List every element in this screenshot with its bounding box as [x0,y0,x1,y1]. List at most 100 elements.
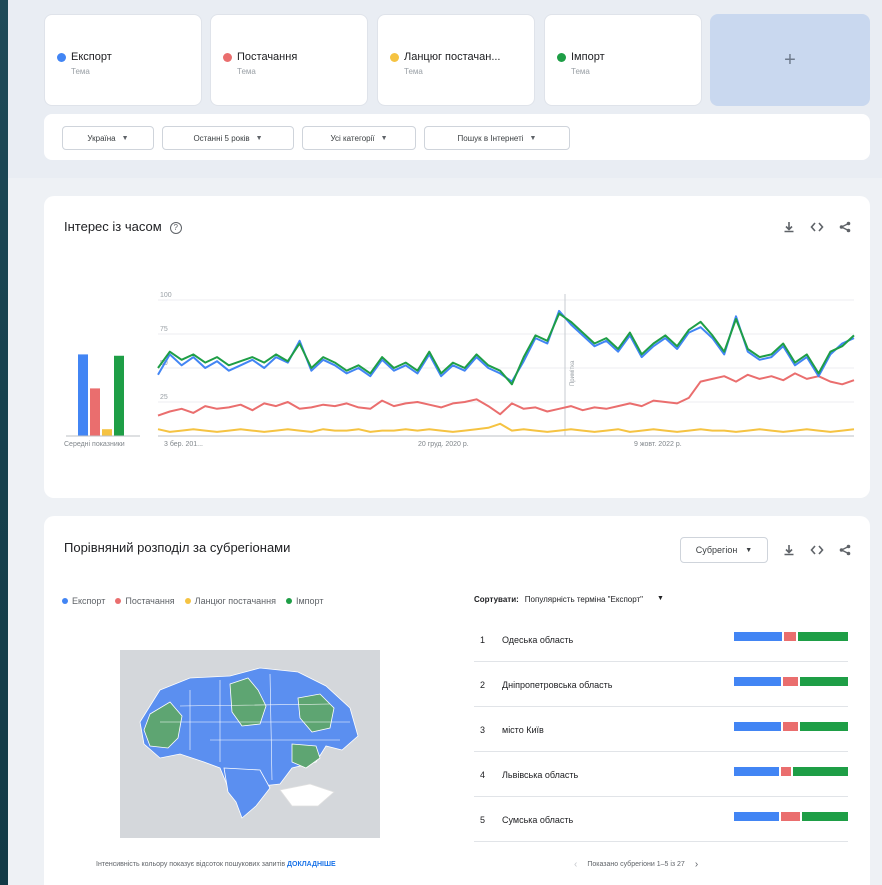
share-segment [799,677,848,686]
sort-control[interactable]: Сортувати: Популярність терміна "Експорт… [474,595,664,604]
series-line-0[interactable] [157,309,855,383]
caret-down-icon: ▼ [121,134,129,142]
average-bar[interactable] [114,355,124,436]
region-name: Дніпропетровська область [502,680,613,690]
legend-dot [184,598,191,604]
share-segment [734,632,783,641]
term-type: Тема [71,67,90,76]
term-type: Тема [237,67,256,76]
download-icon[interactable] [782,543,796,557]
note-marker-label: Примітка [570,360,576,386]
page: Експорт Тема Постачання Тема Ланцюг пост… [8,0,882,885]
term-card-export[interactable]: Експорт Тема [44,14,202,106]
filter-region[interactable]: Україна ▼ [62,126,154,150]
series-line-1[interactable] [157,372,855,417]
x-tick-label: 3 бер. 201... [164,440,203,448]
next-page-icon[interactable]: › [695,859,698,870]
interest-chart: 100755025Примітка3 бер. 201... 20 груд. 2… [64,292,855,448]
region-name: Одеська область [502,635,574,645]
share-segment [734,677,782,686]
region-name: Сумська область [502,815,574,825]
series-line-3[interactable] [157,312,855,386]
filter-search-type[interactable]: Пошук в Інтернеті ▼ [424,126,570,150]
share-segment [734,767,780,776]
term-card-supply[interactable]: Постачання Тема [210,14,368,106]
y-tick-label: 25 [160,394,168,401]
dropdown-label: Субрегіон [695,545,738,555]
filter-label: Пошук в Інтернеті [457,133,524,143]
legend-item: Імпорт [285,596,324,606]
share-segment [783,722,798,731]
y-tick-label: 75 [160,326,168,333]
filter-category[interactable]: Усі категорії ▼ [302,126,416,150]
share-segment [798,632,848,641]
ukraine-map[interactable] [120,650,380,838]
y-tick-label: 100 [160,292,172,299]
caret-down-icon: ▼ [657,595,664,602]
subregion-dropdown[interactable]: Субрегіон ▼ [680,537,768,563]
region-share-bar[interactable] [734,767,848,776]
share-segment [734,812,780,821]
region-share-bar[interactable] [734,677,848,686]
share-segment [781,767,791,776]
legend-dot [115,598,122,604]
caret-down-icon: ▼ [380,134,388,142]
region-row[interactable]: 4 Львівська область [474,753,848,797]
legend-label: Постачання [125,596,175,606]
panel-title: Порівняний розподіл за субрегіонами [64,540,291,555]
region-rank: 1 [480,635,486,645]
average-bar[interactable] [90,388,100,436]
region-name: Львівська область [502,770,579,780]
embed-icon[interactable] [810,543,824,557]
region-row[interactable]: 2 Дніпропетровська область [474,663,848,707]
share-segment [784,632,797,641]
region-share-bar[interactable] [734,722,848,731]
legend-dot [285,598,292,604]
term-type: Тема [571,67,590,76]
legend-label: Імпорт [295,596,324,606]
x-tick-label: 9 жовт. 2022 р. [634,441,682,448]
term-name: Експорт [71,51,112,63]
legend-label: Експорт [72,596,106,606]
pagination: ‹ Показано субрегіони 1–5 із 27 › [574,859,698,870]
legend-item: Експорт [62,596,105,606]
term-card-import[interactable]: Імпорт Тема [544,14,702,106]
share-segment [799,722,848,731]
share-icon[interactable] [838,543,852,557]
region-share-bar[interactable] [734,632,848,641]
average-bar[interactable] [78,354,88,436]
share-segment [793,767,848,776]
interest-over-time-panel: Інтерес із часом? 100 75 50 25 Примітка 3 бер… [44,196,870,498]
add-comparison-button[interactable]: + [710,14,870,106]
share-segment [801,812,848,821]
region-row[interactable]: 5 Сумська область [474,798,848,842]
share-segment [781,812,800,821]
sort-label: Сортувати: [474,595,519,604]
term-card-supply-chain[interactable]: Ланцюг постачан... Тема [377,14,535,106]
legend-item: Ланцюг постачання [184,596,276,606]
caret-down-icon: ▼ [255,134,263,142]
map-legend: Експорт Постачання Ланцюг постачання Імп… [62,596,323,606]
term-name: Постачання [237,51,298,63]
map-footnote: Інтенсивність кольору показує відсоток п… [96,861,336,868]
legend-dot [62,598,68,604]
sort-value: Популярність терміна "Експорт" [524,595,643,604]
series-color-dot [390,53,399,62]
series-color-dot [57,53,66,62]
average-bar[interactable] [102,429,112,436]
filter-period[interactable]: Останні 5 років ▼ [162,126,294,150]
region-share-bar[interactable] [734,812,848,821]
legend-label: Ланцюг постачання [194,596,276,606]
region-row[interactable]: 1 Одеська область [474,618,848,662]
legend-item: Постачання [115,596,175,606]
x-tick-label: 20 груд. 2020 р. [418,441,469,448]
filter-bar: Україна ▼ Останні 5 років ▼ Усі категорії ▼… [44,114,870,160]
share-segment [734,722,782,731]
learn-more-link[interactable]: ДОКЛАДНІШЕ [287,861,336,868]
region-row[interactable]: 3 місто Київ [474,708,848,752]
prev-page-icon[interactable]: ‹ [574,859,577,870]
pager-text: Показано субрегіони 1–5 із 27 [587,861,685,868]
term-type: Тема [404,67,423,76]
series-line-2[interactable] [157,422,855,433]
region-rank: 4 [480,770,486,780]
